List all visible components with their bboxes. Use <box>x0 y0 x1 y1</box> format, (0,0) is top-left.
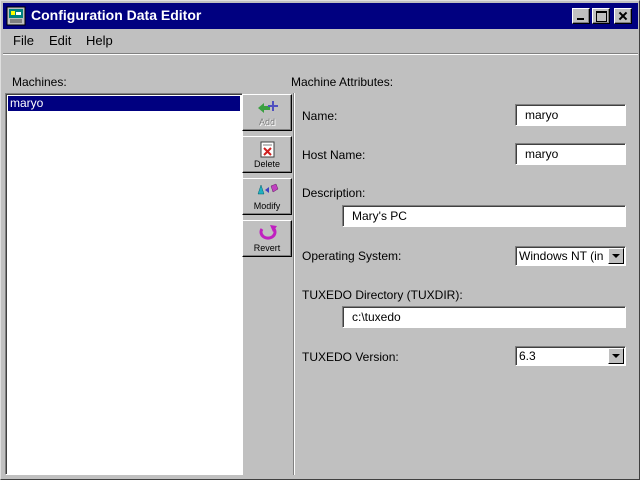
name-field[interactable]: maryo <box>515 104 626 126</box>
menu-bar: File Edit Help <box>3 31 638 51</box>
menu-divider <box>3 53 638 55</box>
delete-label: Delete <box>253 159 280 169</box>
operating-system-select[interactable]: Windows NT (in <box>515 246 626 266</box>
modify-label: Modify <box>253 201 281 211</box>
delete-button[interactable]: Delete <box>242 136 292 173</box>
add-arrow-icon <box>258 101 278 113</box>
app-window: Configuration Data Editor File Edit Help… <box>0 0 640 480</box>
maximize-button[interactable] <box>592 8 610 24</box>
add-button[interactable]: Add <box>242 94 292 131</box>
menu-file[interactable]: File <box>13 33 34 48</box>
close-button[interactable] <box>614 8 632 24</box>
chevron-down-icon[interactable] <box>608 248 624 264</box>
title-bar[interactable]: Configuration Data Editor <box>3 3 638 29</box>
menu-edit[interactable]: Edit <box>49 33 71 48</box>
revert-icon <box>259 225 277 240</box>
operating-system-value: Windows NT (in <box>519 249 604 263</box>
machine-attributes-label: Machine Attributes: <box>291 75 394 89</box>
operating-system-label: Operating System: <box>302 249 402 263</box>
modify-button[interactable]: Modify <box>242 178 292 215</box>
host-name-field[interactable]: maryo <box>515 143 626 165</box>
name-label: Name: <box>302 109 338 123</box>
description-label: Description: <box>302 186 366 200</box>
tuxdir-label: TUXEDO Directory (TUXDIR): <box>302 288 463 302</box>
machines-list[interactable]: maryo <box>5 93 243 475</box>
modify-icon <box>257 183 279 195</box>
revert-label: Revert <box>253 243 281 253</box>
description-field[interactable]: Mary's PC <box>342 205 626 227</box>
tuxedo-version-value: 6.3 <box>519 349 536 363</box>
chevron-down-icon[interactable] <box>608 348 624 364</box>
host-name-label: Host Name: <box>302 148 366 162</box>
tuxedo-version-select[interactable]: 6.3 <box>515 346 626 366</box>
tuxedo-version-label: TUXEDO Version: <box>302 350 399 364</box>
tuxdir-field[interactable]: c:\tuxedo <box>342 306 626 328</box>
minimize-button[interactable] <box>572 8 590 24</box>
add-label: Add <box>258 117 275 127</box>
app-icon[interactable] <box>6 6 26 26</box>
window-title: Configuration Data Editor <box>31 7 202 23</box>
delete-icon <box>260 141 275 158</box>
machines-label: Machines: <box>12 75 67 89</box>
list-item[interactable]: maryo <box>8 96 240 111</box>
revert-button[interactable]: Revert <box>242 220 292 257</box>
menu-help[interactable]: Help <box>86 33 113 48</box>
